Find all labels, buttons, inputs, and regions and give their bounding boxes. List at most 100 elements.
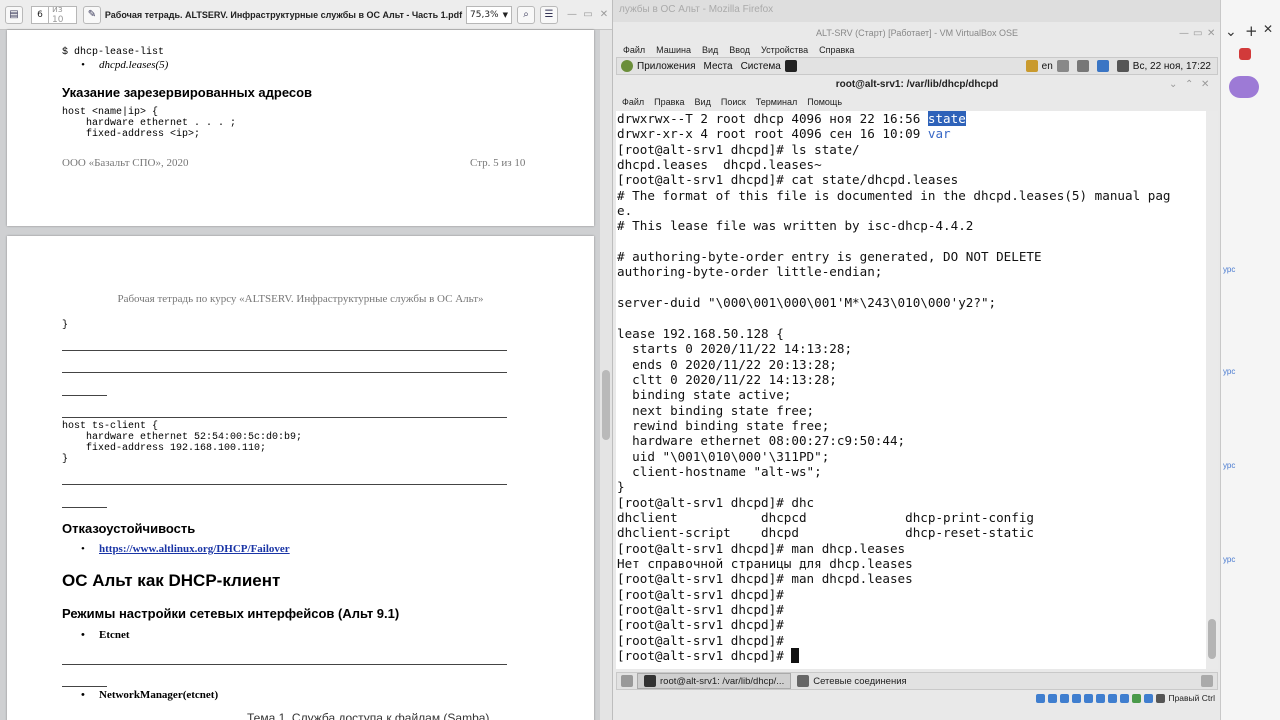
- minimize-icon[interactable]: —: [566, 9, 578, 20]
- minimize-icon[interactable]: ⌄: [1169, 79, 1177, 90]
- menu-search[interactable]: Поиск: [721, 97, 746, 107]
- close-icon[interactable]: ✕: [1207, 28, 1215, 39]
- answer-line: [62, 350, 507, 351]
- terminal-launcher-icon[interactable]: [784, 60, 797, 72]
- terminal-line: next binding state free;: [617, 402, 815, 418]
- bullet-text: Etcnet: [99, 629, 130, 641]
- terminal-line: ends 0 2020/11/22 20:13:28;: [617, 356, 837, 372]
- prompt: [root@alt-srv1 dhcpd]#: [617, 648, 792, 664]
- menu-file[interactable]: Файл: [623, 45, 645, 55]
- shared-folder-icon: [1096, 693, 1106, 703]
- scrollbar-thumb[interactable]: [1208, 619, 1216, 659]
- menu-view[interactable]: Вид: [702, 45, 718, 55]
- terminal-scrollbar[interactable]: [1206, 111, 1218, 669]
- volume-icon[interactable]: [1056, 60, 1069, 72]
- sidebar-toggle-icon[interactable]: ▤: [5, 5, 23, 24]
- network-icon: [797, 675, 810, 687]
- terminal-icon: [644, 675, 656, 687]
- menu-icon[interactable]: ☰: [540, 5, 558, 24]
- vbox-statusbar: Правый Ctrl: [613, 690, 1221, 706]
- terminal-line: cltt 0 2020/11/22 14:13:28;: [617, 371, 837, 387]
- display-icon: [1108, 693, 1118, 703]
- list-item: • Etcnet: [81, 629, 130, 641]
- taskbar-item-network[interactable]: Сетевые соединения: [791, 673, 912, 689]
- close-icon[interactable]: ✕: [598, 9, 610, 20]
- annotate-pencil-icon[interactable]: ✎: [83, 5, 101, 24]
- menu-machine[interactable]: Машина: [656, 45, 691, 55]
- maximize-icon[interactable]: ▭: [582, 9, 594, 20]
- audio-icon: [1060, 693, 1070, 703]
- chapter-heading: ОС Альт как DHCP-клиент: [62, 571, 281, 590]
- show-desktop-icon[interactable]: [621, 675, 633, 687]
- new-tab-icon[interactable]: +: [1245, 22, 1258, 40]
- text-cursor: _: [791, 648, 799, 664]
- clock[interactable]: Вс, 22 ноя, 17:22: [1133, 61, 1211, 72]
- system-menu[interactable]: Система: [741, 61, 781, 72]
- terminal-line: dhclient-script dhcpd dhcp-reset-static: [617, 525, 1035, 541]
- terminal-line: uid "\001\010\000'\311PD";: [617, 448, 830, 464]
- keyboard-layout[interactable]: en: [1042, 61, 1053, 72]
- terminal-menubar: Файл Правка Вид Поиск Терминал Помощь: [616, 94, 1218, 110]
- menu-terminal[interactable]: Терминал: [756, 97, 797, 107]
- menu-edit[interactable]: Правка: [654, 97, 684, 107]
- vbox-title: ALT-SRV (Старт) [Работает] - VM VirtualB…: [815, 28, 1019, 38]
- close-icon[interactable]: ✕: [1263, 22, 1273, 36]
- zoom-select[interactable]: 75,3% ▼: [466, 5, 512, 24]
- chevron-down-icon[interactable]: ⌄: [1225, 24, 1237, 40]
- maximize-icon[interactable]: ⌃: [1185, 79, 1193, 90]
- terminal-line: [root@alt-srv1 dhcpd]# cat state/dhcpd.l…: [617, 172, 959, 188]
- pdf-document-title: Рабочая тетрадь. ALTSERV. Инфраструктурн…: [104, 9, 463, 20]
- adblock-icon[interactable]: [1239, 48, 1251, 60]
- recording-icon: [1120, 693, 1130, 703]
- terminal-line: [root@alt-srv1 dhcpd]#: [617, 586, 784, 602]
- answer-line: [62, 484, 507, 485]
- applications-menu[interactable]: Приложения: [637, 61, 696, 72]
- taskbar-item-label: root@alt-srv1: /var/lib/dhcp/...: [660, 675, 785, 687]
- bullet-text: NetworkManager(etcnet): [99, 689, 219, 701]
- page-number-input[interactable]: 6: [31, 5, 49, 24]
- menu-input[interactable]: Ввод: [729, 45, 750, 55]
- usb-icon: [1084, 693, 1094, 703]
- terminal-line: [root@alt-srv1 dhcpd]# ls state/: [617, 141, 860, 157]
- places-menu[interactable]: Места: [704, 61, 733, 72]
- menu-help[interactable]: Справка: [819, 45, 854, 55]
- vbox-menubar: Файл Машина Вид Ввод Устройства Справка: [613, 42, 1221, 58]
- terminal-line: drwxrwx--T 2 root dhcp 4096 ноя 22 16:56…: [617, 111, 966, 126]
- network-icon[interactable]: [1076, 60, 1089, 72]
- section-heading: Режимы настройки сетевых интерфейсов (Ал…: [62, 606, 400, 621]
- maximize-icon[interactable]: ▭: [1193, 28, 1202, 39]
- taskbar-item-terminal[interactable]: root@alt-srv1: /var/lib/dhcp/...: [637, 673, 792, 689]
- answer-line: [62, 664, 507, 665]
- search-icon[interactable]: ⌕: [517, 5, 535, 24]
- workspace-switcher-icon[interactable]: [1201, 675, 1213, 687]
- failover-link[interactable]: https://www.altlinux.org/DHCP/Failover: [99, 543, 290, 555]
- update-icon[interactable]: [1096, 60, 1109, 72]
- page-footer-left: ООО «Базальт СПО», 2020: [62, 157, 189, 169]
- chevron-down-icon: ▼: [502, 10, 508, 19]
- terminal-line: rewind binding state free;: [617, 417, 830, 433]
- terminal-line: drwxr-xr-x 4 root root 4096 сен 16 10:09…: [617, 126, 951, 141]
- page-fragment-text: урс: [1223, 265, 1236, 274]
- page-fragment-text: урс: [1223, 461, 1236, 470]
- answer-line: [62, 417, 507, 418]
- notes-icon[interactable]: [1025, 60, 1038, 72]
- firefox-title: лужбы в ОС Альт - Mozilla Firefox: [619, 4, 774, 15]
- guest-top-panel: Приложения Места Система en Вс, 22 ноя, …: [616, 57, 1218, 75]
- account-avatar[interactable]: [1229, 76, 1259, 98]
- menu-view[interactable]: Вид: [695, 97, 711, 107]
- terminal-output[interactable]: drwxrwx--T 2 root dhcp 4096 ноя 22 16:56…: [616, 111, 1206, 669]
- page-fragment-text: урс: [1223, 367, 1236, 376]
- command-text: $ dhcp-lease-list: [62, 47, 165, 58]
- menu-help[interactable]: Помощь: [807, 97, 842, 107]
- scrollbar-thumb[interactable]: [602, 370, 610, 440]
- optical-drive-icon: [1048, 693, 1058, 703]
- menu-devices[interactable]: Устройства: [761, 45, 808, 55]
- desktop: ▤ 6 из 10 ✎ Рабочая тетрадь. ALTSERV. Ин…: [0, 0, 1280, 720]
- minimize-icon[interactable]: —: [1179, 28, 1189, 39]
- pdf-scrollbar[interactable]: [600, 30, 612, 720]
- page-header: Рабочая тетрадь по курсу «ALTSERV. Инфра…: [117, 293, 484, 305]
- menu-file[interactable]: Файл: [622, 97, 644, 107]
- list-item: • https://www.altlinux.org/DHCP/Failover: [81, 543, 290, 555]
- terminal-line: e.: [617, 203, 633, 219]
- close-icon[interactable]: ✕: [1201, 79, 1209, 90]
